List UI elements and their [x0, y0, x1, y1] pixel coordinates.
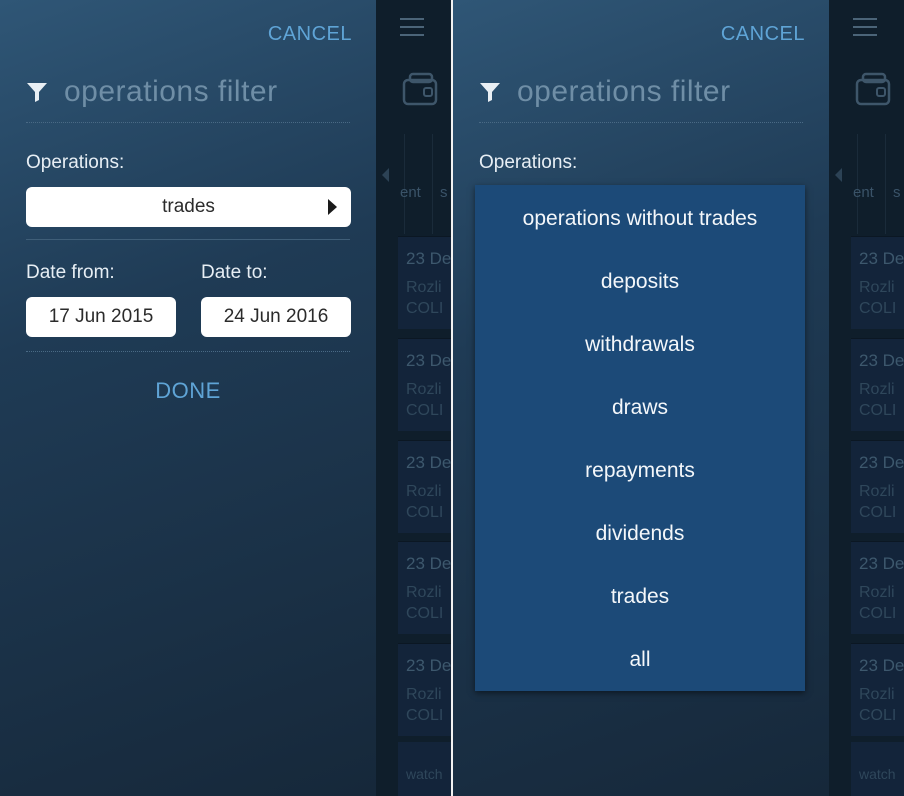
- screen-filter-dropdown-open: ent s 23 De Rozli COLI 23 De Rozli COLI …: [453, 0, 904, 796]
- list-item[interactable]: 23 De Rozli COLI: [398, 440, 451, 533]
- list-item[interactable]: 23 De Rozli COLI: [398, 338, 451, 431]
- row-line: COLI: [406, 504, 444, 521]
- hamburger-icon[interactable]: [400, 18, 424, 36]
- watch-button[interactable]: watch: [851, 742, 904, 796]
- triangle-right-icon: [328, 199, 337, 215]
- row-line: COLI: [406, 402, 444, 419]
- divider: [26, 122, 350, 123]
- background-app: ent s 23 De Rozli COLI 23 De Rozli COLI …: [829, 0, 904, 796]
- row-line: Rozli: [859, 381, 895, 398]
- list-item[interactable]: 23 De Rozli COLI: [398, 643, 451, 736]
- operations-selected-value: trades: [162, 196, 215, 217]
- dropdown-option[interactable]: all: [475, 640, 805, 680]
- tab-text: s: [440, 184, 448, 201]
- cancel-button[interactable]: CANCEL: [721, 23, 805, 46]
- divider: [26, 239, 350, 240]
- row-date: 23 De: [406, 351, 451, 370]
- row-line: Rozli: [406, 279, 442, 296]
- operations-label: Operations:: [26, 152, 125, 173]
- tab-text: ent: [400, 184, 421, 201]
- watch-label: watch: [859, 766, 896, 782]
- row-date: 23 De: [859, 249, 904, 268]
- row-line: Rozli: [406, 686, 442, 703]
- row-line: Rozli: [406, 483, 442, 500]
- row-date: 23 De: [859, 453, 904, 472]
- row-date: 23 De: [406, 656, 451, 675]
- row-line: COLI: [859, 605, 897, 622]
- list-item[interactable]: 23 De Rozli COLI: [851, 643, 904, 736]
- row-date: 23 De: [859, 554, 904, 573]
- list-item[interactable]: 23 De Rozli COLI: [851, 338, 904, 431]
- tab-text: s: [893, 184, 901, 201]
- row-line: COLI: [859, 402, 897, 419]
- date-to-field[interactable]: 24 Jun 2016: [201, 297, 351, 337]
- row-line: Rozli: [859, 686, 895, 703]
- operations-dropdown-list: operations without trades deposits withd…: [475, 185, 805, 691]
- row-date: 23 De: [406, 453, 451, 472]
- chevron-left-icon: [835, 168, 842, 182]
- funnel-icon: [27, 83, 47, 102]
- row-date: 23 De: [859, 656, 904, 675]
- date-from-field[interactable]: 17 Jun 2015: [26, 297, 176, 337]
- list-item[interactable]: 23 De Rozli COLI: [398, 236, 451, 329]
- row-line: COLI: [859, 504, 897, 521]
- wallet-icon[interactable]: [853, 70, 893, 110]
- background-app: ent s 23 De Rozli COLI 23 De Rozli COLI …: [376, 0, 451, 796]
- screen-filter-closed: ent s 23 De Rozli COLI 23 De Rozli COLI …: [0, 0, 451, 796]
- divider: [479, 122, 803, 123]
- dropdown-option[interactable]: draws: [475, 388, 805, 428]
- row-line: COLI: [406, 707, 444, 724]
- row-line: COLI: [406, 605, 444, 622]
- list-item[interactable]: 23 De Rozli COLI: [851, 440, 904, 533]
- row-date: 23 De: [406, 554, 451, 573]
- list-item[interactable]: 23 De Rozli COLI: [851, 236, 904, 329]
- watch-label: watch: [406, 766, 443, 782]
- divider: [26, 351, 350, 352]
- panel-title: operations filter: [26, 72, 278, 112]
- dropdown-option[interactable]: dividends: [475, 514, 805, 554]
- row-line: Rozli: [859, 483, 895, 500]
- dropdown-option[interactable]: withdrawals: [475, 325, 805, 365]
- row-line: COLI: [859, 300, 897, 317]
- funnel-icon: [480, 83, 500, 102]
- row-date: 23 De: [406, 249, 451, 268]
- filter-panel: CANCEL operations filter Operations: ope…: [453, 0, 829, 796]
- tab-text: ent: [853, 184, 874, 201]
- dropdown-option[interactable]: deposits: [475, 262, 805, 302]
- cancel-button[interactable]: CANCEL: [268, 23, 352, 46]
- row-line: COLI: [406, 300, 444, 317]
- chevron-left-icon: [382, 168, 389, 182]
- list-item[interactable]: 23 De Rozli COLI: [851, 541, 904, 634]
- row-line: Rozli: [406, 381, 442, 398]
- done-button[interactable]: DONE: [0, 378, 376, 404]
- dropdown-option[interactable]: operations without trades: [475, 199, 805, 239]
- list-item[interactable]: 23 De Rozli COLI: [398, 541, 451, 634]
- date-from-label: Date from:: [26, 262, 115, 283]
- row-line: Rozli: [859, 584, 895, 601]
- dropdown-option[interactable]: trades: [475, 577, 805, 617]
- operations-select[interactable]: trades: [26, 187, 351, 227]
- row-line: Rozli: [859, 279, 895, 296]
- panel-title: operations filter: [479, 72, 731, 112]
- row-date: 23 De: [859, 351, 904, 370]
- row-line: COLI: [859, 707, 897, 724]
- dropdown-option[interactable]: repayments: [475, 451, 805, 491]
- title-text: operations filter: [64, 75, 278, 108]
- filter-panel: CANCEL operations filter Operations: tra…: [0, 0, 376, 796]
- row-line: Rozli: [406, 584, 442, 601]
- background-tabbar: ent s: [829, 134, 904, 234]
- date-to-label: Date to:: [201, 262, 268, 283]
- hamburger-icon[interactable]: [853, 18, 877, 36]
- operations-label: Operations:: [479, 152, 578, 173]
- background-tabbar: ent s: [376, 134, 451, 234]
- wallet-icon[interactable]: [400, 70, 440, 110]
- watch-button[interactable]: watch: [398, 742, 451, 796]
- title-text: operations filter: [517, 75, 731, 108]
